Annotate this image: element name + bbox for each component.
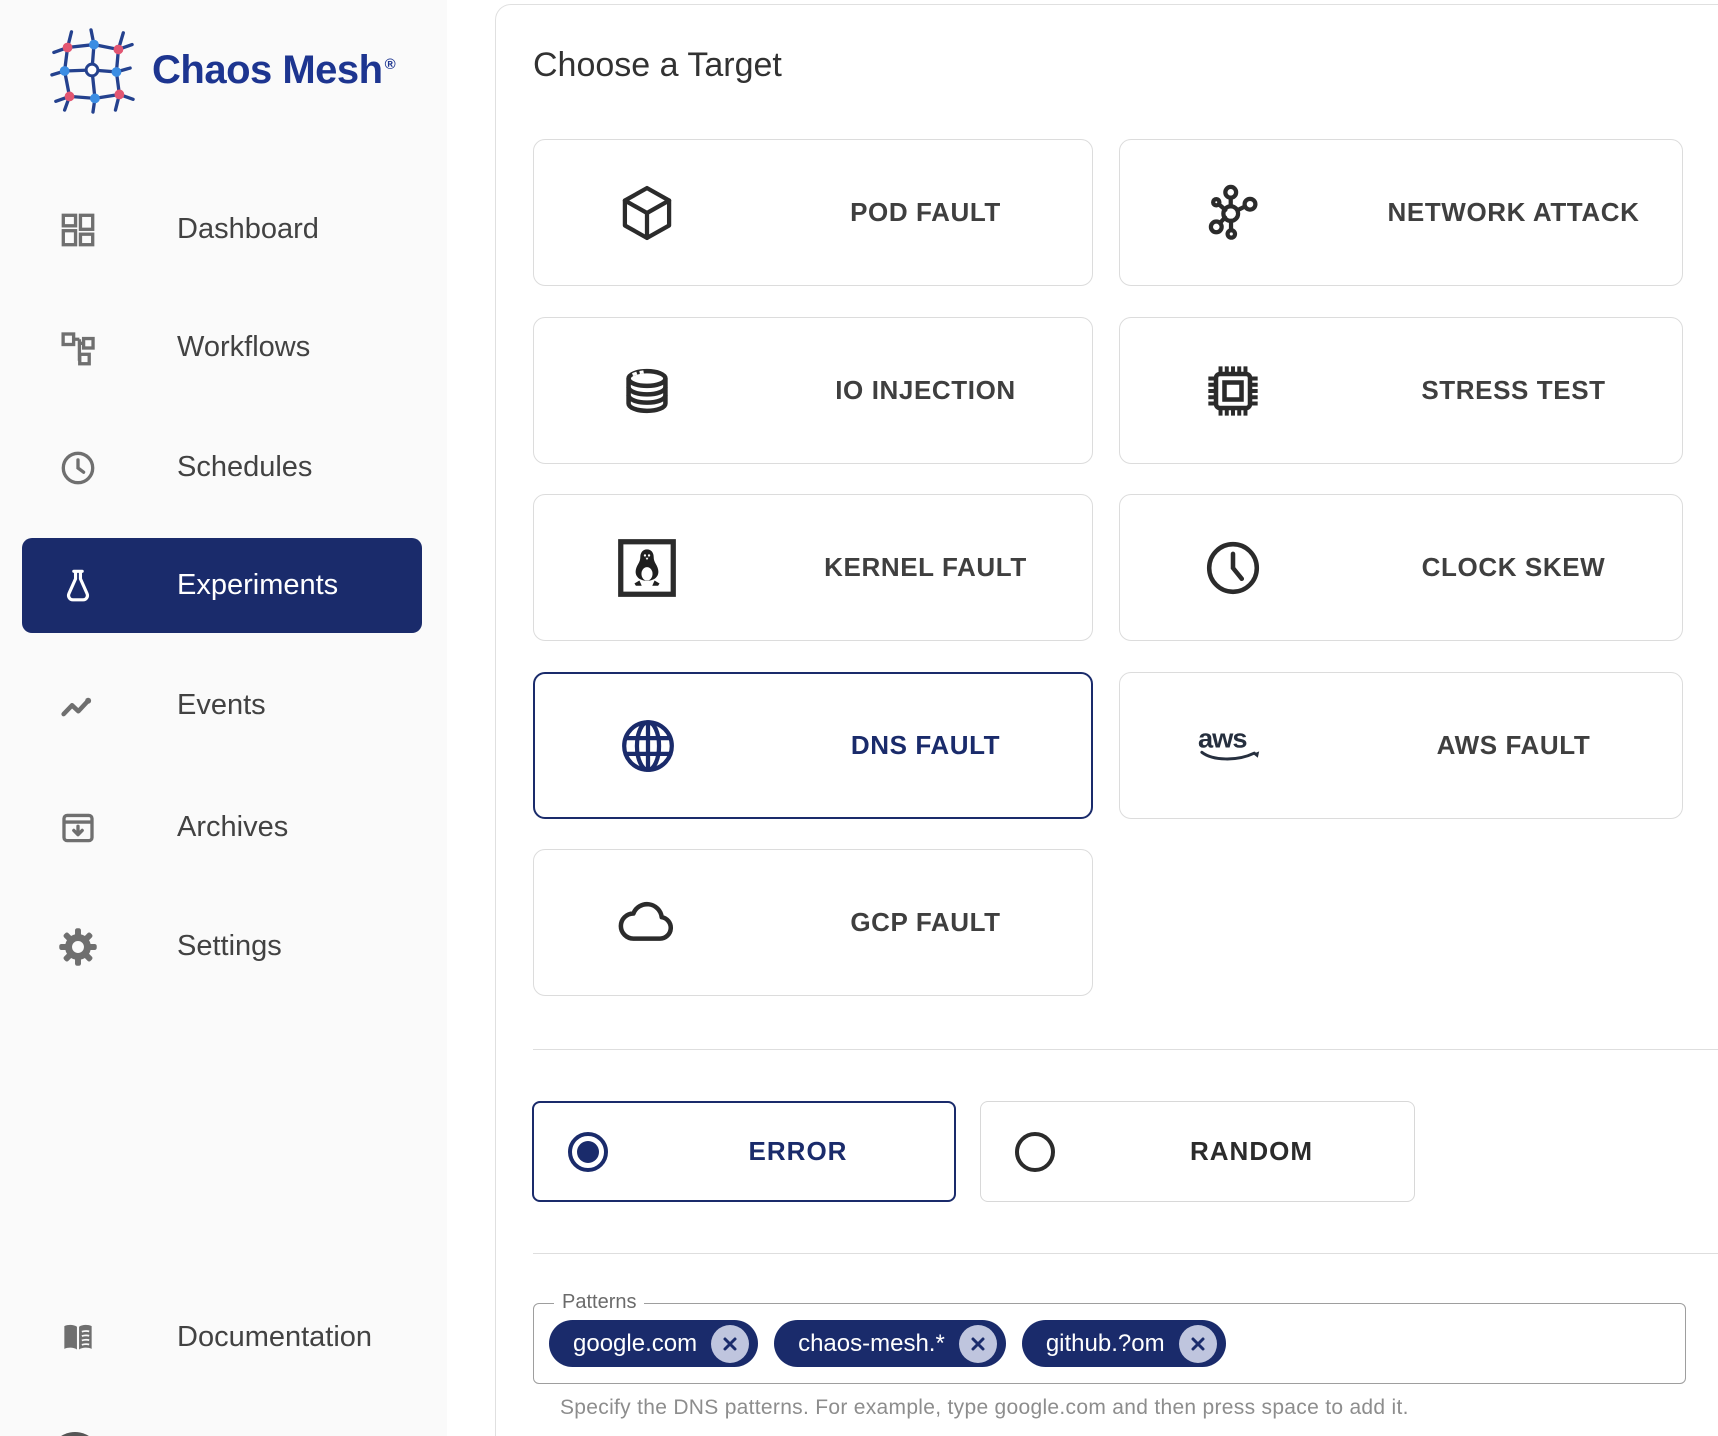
target-card-label: CLOCK SKEW — [1345, 552, 1682, 583]
sidebar-item-workflows[interactable]: Workflows — [22, 300, 422, 395]
sidebar-item-events[interactable]: Events — [22, 658, 422, 753]
gcp-fault-icon — [534, 889, 759, 957]
target-card-label: NETWORK ATTACK — [1345, 197, 1682, 228]
chip-delete-button[interactable] — [1179, 1325, 1217, 1363]
sidebar: Chaos Mesh® Dashboard — [0, 0, 447, 1436]
pod-fault-icon — [534, 179, 759, 247]
network-attack-icon — [1120, 179, 1345, 247]
sidebar-item-dashboard[interactable]: Dashboard — [22, 182, 422, 277]
sidebar-item-schedules[interactable]: Schedules — [22, 420, 422, 515]
app-logo[interactable]: Chaos Mesh® — [48, 26, 395, 114]
radio-selected-icon — [534, 1132, 642, 1172]
app-title: Chaos Mesh® — [152, 50, 395, 90]
sidebar-item-label: Experiments — [177, 569, 338, 602]
target-card-label: KERNEL FAULT — [759, 552, 1092, 583]
dns-fault-icon — [535, 712, 760, 780]
sidebar-item-label: Schedules — [177, 451, 312, 484]
io-injection-icon — [534, 357, 759, 425]
mode-option-random[interactable]: RANDOM — [980, 1101, 1415, 1202]
registered-mark: ® — [385, 56, 396, 73]
page-title: Choose a Target — [533, 46, 782, 85]
target-card-gcp-fault[interactable]: GCP FAULT — [533, 849, 1093, 996]
pattern-chip: github.?om — [1022, 1320, 1226, 1367]
sidebar-item-label: Dashboard — [177, 213, 319, 246]
target-card-label: IO INJECTION — [759, 375, 1092, 406]
mode-option-label: ERROR — [642, 1136, 954, 1167]
section-divider — [533, 1253, 1718, 1254]
github-icon[interactable] — [49, 1432, 101, 1436]
sidebar-item-settings[interactable]: Settings — [22, 899, 422, 994]
chaos-mesh-logo-icon — [48, 26, 136, 114]
pattern-chip: chaos-mesh.* — [774, 1320, 1006, 1367]
stress-test-icon — [1120, 357, 1345, 425]
sidebar-item-label: Documentation — [177, 1321, 372, 1354]
target-card-label: DNS FAULT — [760, 730, 1091, 761]
chip-delete-button[interactable] — [711, 1325, 749, 1363]
settings-icon — [57, 926, 99, 968]
mode-option-error[interactable]: ERROR — [532, 1101, 956, 1202]
radio-unselected-icon — [981, 1132, 1089, 1172]
pattern-chip-text: chaos-mesh.* — [798, 1330, 945, 1358]
sidebar-item-documentation[interactable]: Documentation — [22, 1290, 422, 1385]
pattern-chip-list: google.com chaos-mesh.* github.?om — [549, 1320, 1226, 1367]
aws-fault-icon: aws — [1120, 723, 1345, 768]
pattern-chip-text: google.com — [573, 1330, 697, 1358]
kernel-fault-icon — [534, 533, 759, 603]
documentation-icon — [57, 1317, 99, 1359]
archives-icon — [57, 807, 99, 849]
target-card-aws-fault[interactable]: aws AWS FAULT — [1119, 672, 1683, 819]
target-card-io-injection[interactable]: IO INJECTION — [533, 317, 1093, 464]
target-card-pod-fault[interactable]: POD FAULT — [533, 139, 1093, 286]
sidebar-item-experiments[interactable]: Experiments — [22, 538, 422, 633]
sidebar-item-label: Archives — [177, 811, 288, 844]
sidebar-item-label: Settings — [177, 930, 282, 963]
svg-text:aws: aws — [1197, 723, 1246, 753]
pattern-chip: google.com — [549, 1320, 758, 1367]
chaos-mesh-app: Chaos Mesh® Dashboard — [0, 0, 1718, 1436]
schedules-icon — [57, 447, 99, 489]
mode-option-label: RANDOM — [1089, 1136, 1414, 1167]
experiments-icon — [57, 565, 99, 607]
target-card-kernel-fault[interactable]: KERNEL FAULT — [533, 494, 1093, 641]
workflows-icon — [57, 327, 99, 369]
target-card-network-attack[interactable]: NETWORK ATTACK — [1119, 139, 1683, 286]
patterns-input-label: Patterns — [554, 1291, 644, 1314]
patterns-helper-text: Specify the DNS patterns. For example, t… — [560, 1396, 1409, 1420]
dashboard-icon — [57, 209, 99, 251]
target-card-label: GCP FAULT — [759, 907, 1092, 938]
target-card-dns-fault[interactable]: DNS FAULT — [533, 672, 1093, 819]
target-card-stress-test[interactable]: STRESS TEST — [1119, 317, 1683, 464]
chip-delete-button[interactable] — [959, 1325, 997, 1363]
pattern-chip-text: github.?om — [1046, 1330, 1165, 1358]
target-card-label: STRESS TEST — [1345, 375, 1682, 406]
target-card-label: AWS FAULT — [1345, 730, 1682, 761]
sidebar-item-archives[interactable]: Archives — [22, 780, 422, 875]
target-card-label: POD FAULT — [759, 197, 1092, 228]
sidebar-item-label: Events — [177, 689, 266, 722]
section-divider — [533, 1049, 1718, 1050]
events-icon — [57, 685, 99, 727]
clock-skew-icon — [1120, 534, 1345, 602]
sidebar-item-label: Workflows — [177, 331, 310, 364]
target-card-clock-skew[interactable]: CLOCK SKEW — [1119, 494, 1683, 641]
